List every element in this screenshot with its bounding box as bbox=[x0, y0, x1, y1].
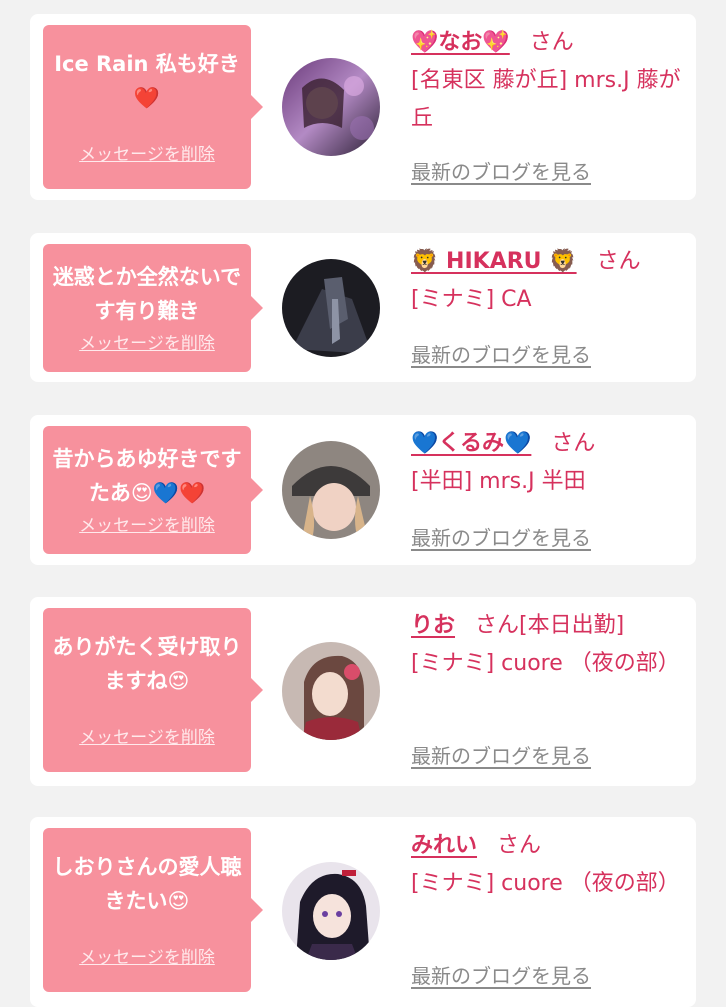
latest-blog-link[interactable]: 最新のブログを見る bbox=[411, 522, 591, 551]
message-bubble: Ice Rain 私も好き❤️ メッセージを削除 bbox=[43, 25, 263, 189]
message-bubble: 昔からあゆ好きですたあ😍💙❤️ メッセージを削除 bbox=[43, 426, 263, 554]
member-name-link[interactable]: 💖なお💖 bbox=[411, 30, 510, 55]
delete-message-link[interactable]: メッセージを削除 bbox=[43, 140, 251, 165]
honorific: さん bbox=[596, 249, 641, 274]
avatar[interactable] bbox=[282, 862, 380, 960]
shop-area: [ミナミ] cuore （夜の部） bbox=[411, 651, 680, 676]
latest-blog-link[interactable]: 最新のブログを見る bbox=[411, 960, 591, 989]
honorific: さん[本日出勤] bbox=[475, 613, 625, 638]
delete-message-link[interactable]: メッセージを削除 bbox=[43, 329, 251, 354]
member-name-link[interactable]: 💙くるみ💙 bbox=[411, 431, 531, 456]
avatar-image bbox=[282, 441, 380, 539]
member-info: 💖なお💖 さん [名東区 藤が丘] mrs.J 藤が丘 bbox=[411, 24, 686, 138]
message-text: Ice Rain 私も好き❤️ bbox=[54, 52, 240, 110]
delete-message-link[interactable]: メッセージを削除 bbox=[43, 723, 251, 748]
avatar-image bbox=[282, 259, 380, 357]
shop-area: [半田] mrs.J 半田 bbox=[411, 469, 586, 494]
message-text: 昔からあゆ好きですたあ😍💙❤️ bbox=[52, 447, 242, 505]
avatar-image bbox=[282, 642, 380, 740]
avatar[interactable] bbox=[282, 58, 380, 156]
avatar-image bbox=[282, 58, 380, 156]
message-card: しおりさんの愛人聴きたい😍 メッセージを削除 みれい さん [ミナミ] cuore… bbox=[30, 817, 696, 1007]
shop-area: [名東区 藤が丘] mrs.J 藤が丘 bbox=[411, 68, 681, 131]
avatar[interactable] bbox=[282, 642, 380, 740]
message-text: 迷惑とか全然ないです有り難き bbox=[52, 265, 242, 323]
member-info: みれい さん [ミナミ] cuore （夜の部） bbox=[411, 827, 686, 903]
member-info: りお さん[本日出勤] [ミナミ] cuore （夜の部） bbox=[411, 607, 686, 683]
message-card: ありがたく受け取りますね😍 メッセージを削除 りお さん[本日出勤] [ミナミ] … bbox=[30, 597, 696, 786]
message-text: ありがたく受け取りますね😍 bbox=[52, 635, 242, 693]
latest-blog-link[interactable]: 最新のブログを見る bbox=[411, 156, 591, 185]
honorific: さん bbox=[529, 30, 574, 55]
member-name-link[interactable]: 🦁 HIKARU 🦁 bbox=[411, 249, 577, 274]
member-name-link[interactable]: りお bbox=[411, 613, 455, 638]
member-info: 💙くるみ💙 さん [半田] mrs.J 半田 bbox=[411, 425, 686, 501]
message-card: 迷惑とか全然ないです有り難き メッセージを削除 🦁 HIKARU 🦁 さん [ミナ… bbox=[30, 233, 696, 382]
message-card: 昔からあゆ好きですたあ😍💙❤️ メッセージを削除 💙くるみ💙 さん [半田] mr… bbox=[30, 415, 696, 565]
avatar[interactable] bbox=[282, 441, 380, 539]
honorific: さん bbox=[497, 833, 542, 858]
message-bubble: 迷惑とか全然ないです有り難き メッセージを削除 bbox=[43, 244, 263, 372]
avatar-image bbox=[282, 862, 380, 960]
message-text: しおりさんの愛人聴きたい😍 bbox=[52, 855, 242, 913]
latest-blog-link[interactable]: 最新のブログを見る bbox=[411, 740, 591, 769]
member-info: 🦁 HIKARU 🦁 さん [ミナミ] CA bbox=[411, 243, 686, 319]
delete-message-link[interactable]: メッセージを削除 bbox=[43, 511, 251, 536]
avatar[interactable] bbox=[282, 259, 380, 357]
honorific: さん bbox=[551, 431, 596, 456]
shop-area: [ミナミ] cuore （夜の部） bbox=[411, 871, 680, 896]
shop-area: [ミナミ] CA bbox=[411, 287, 532, 312]
message-bubble: しおりさんの愛人聴きたい😍 メッセージを削除 bbox=[43, 828, 263, 992]
message-bubble: ありがたく受け取りますね😍 メッセージを削除 bbox=[43, 608, 263, 772]
latest-blog-link[interactable]: 最新のブログを見る bbox=[411, 339, 591, 368]
member-name-link[interactable]: みれい bbox=[411, 833, 477, 858]
delete-message-link[interactable]: メッセージを削除 bbox=[43, 943, 251, 968]
message-card: Ice Rain 私も好き❤️ メッセージを削除 💖なお💖 さん [名東区 藤が丘… bbox=[30, 14, 696, 200]
